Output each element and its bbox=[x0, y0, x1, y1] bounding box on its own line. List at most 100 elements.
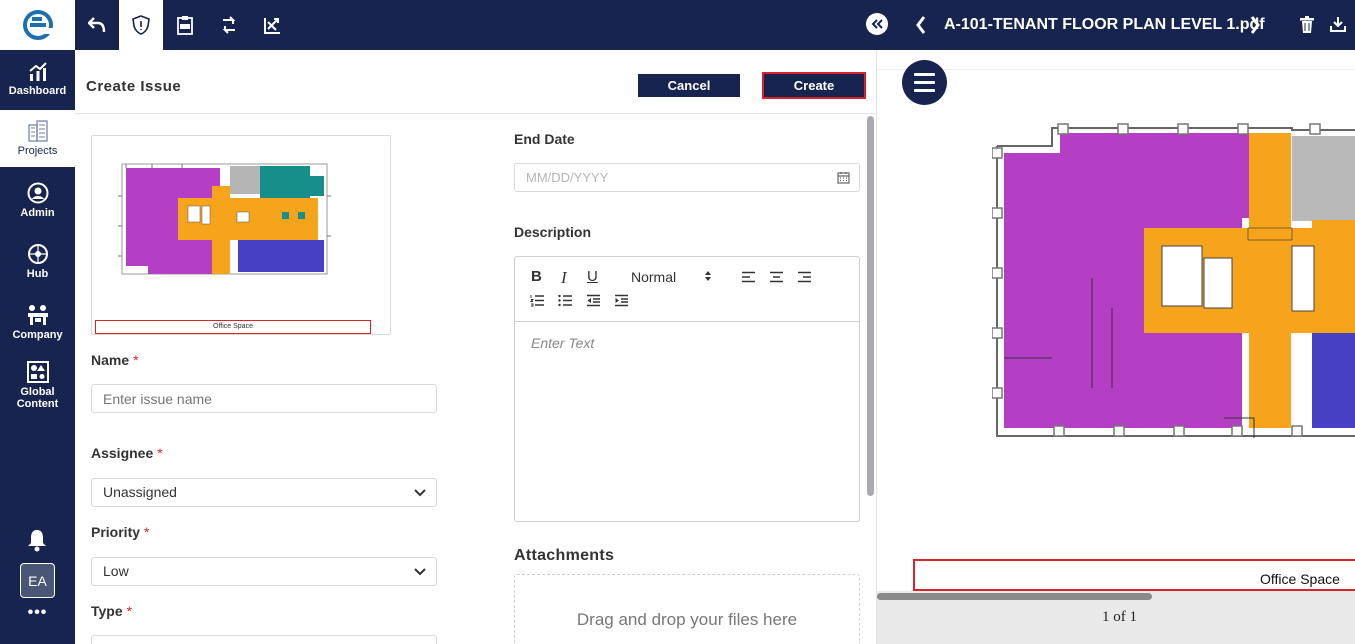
indent-icon[interactable] bbox=[614, 294, 629, 307]
chevron-down-icon bbox=[414, 489, 426, 497]
align-right-icon[interactable] bbox=[797, 271, 812, 283]
brand-e-logo-icon bbox=[22, 10, 54, 40]
collapse-panel-button[interactable] bbox=[866, 13, 888, 35]
chevron-down-icon bbox=[414, 568, 426, 576]
top-bar: A-101-TENANT FLOOR PLAN LEVEL 1.pdf bbox=[75, 0, 1355, 50]
prev-document-icon[interactable] bbox=[915, 15, 927, 35]
sync-tool-button[interactable] bbox=[207, 0, 251, 50]
assignee-label: Assignee * bbox=[91, 445, 163, 461]
ordered-list-icon[interactable] bbox=[530, 294, 545, 307]
underline-icon[interactable]: U bbox=[587, 268, 598, 285]
globe-hub-icon bbox=[27, 243, 48, 264]
nav-dashboard[interactable]: Dashboard bbox=[0, 50, 75, 108]
markup-icon bbox=[264, 18, 280, 34]
nav-label: Global Content bbox=[16, 385, 59, 410]
horizontal-scrollbar[interactable] bbox=[877, 592, 1355, 600]
type-select[interactable] bbox=[91, 635, 437, 644]
hamburger-line bbox=[914, 73, 935, 76]
brand-logo[interactable] bbox=[0, 0, 75, 50]
rfi-icon bbox=[177, 16, 193, 35]
end-date-label: End Date bbox=[514, 131, 575, 147]
rfi-tool-button[interactable] bbox=[163, 0, 207, 50]
nav-global-content[interactable]: Global Content bbox=[0, 354, 75, 416]
avatar[interactable]: EA bbox=[20, 563, 55, 598]
calendar-icon[interactable] bbox=[837, 171, 850, 184]
assignee-value: Unassigned bbox=[103, 484, 177, 500]
plan-thumbnail[interactable]: Office Space bbox=[91, 135, 391, 335]
editor-toolbar: B I U Normal bbox=[515, 257, 859, 322]
priority-label: Priority * bbox=[91, 524, 149, 540]
pdf-viewer: Office Space 1 of 1 bbox=[876, 50, 1355, 644]
office-space-label: Office Space bbox=[1260, 571, 1340, 587]
nav-label: Projects bbox=[17, 145, 58, 157]
issue-tool-button[interactable] bbox=[119, 0, 163, 50]
horizontal-scrollbar-thumb[interactable] bbox=[877, 593, 1152, 600]
required-marker: * bbox=[133, 352, 139, 368]
floor-plan-image[interactable] bbox=[992, 108, 1355, 448]
nav-label: Admin bbox=[20, 206, 55, 219]
nav-label: Dashboard bbox=[8, 84, 67, 97]
nav-label: Hub bbox=[26, 267, 49, 280]
italic-icon[interactable]: I bbox=[561, 268, 567, 288]
create-button[interactable]: Create bbox=[762, 72, 866, 99]
viewer-menu-button[interactable] bbox=[902, 60, 947, 105]
viewer-top-strip bbox=[877, 50, 1355, 70]
nav-hub[interactable]: Hub bbox=[0, 232, 75, 290]
company-icon bbox=[27, 304, 48, 325]
type-label: Type * bbox=[91, 603, 132, 619]
dropzone-text: Drag and drop your files here bbox=[576, 610, 798, 629]
end-date-input[interactable]: MM/DD/YYYY bbox=[514, 163, 860, 192]
left-nav: Dashboard Projects Admin Hub Company Glo… bbox=[0, 0, 75, 644]
priority-select[interactable]: Low bbox=[91, 557, 437, 586]
name-label-text: Name bbox=[91, 352, 130, 368]
next-document-icon[interactable] bbox=[1249, 15, 1261, 35]
align-center-icon[interactable] bbox=[769, 271, 784, 283]
app-root: Dashboard Projects Admin Hub Company Glo… bbox=[0, 0, 1355, 644]
file-dropzone[interactable]: Drag and drop your files here bbox=[514, 574, 860, 644]
page-title: Create Issue bbox=[86, 78, 182, 95]
select-arrows-icon bbox=[705, 271, 711, 281]
more-menu-icon[interactable]: ••• bbox=[0, 604, 75, 622]
office-space-label-box: Office Space bbox=[913, 559, 1355, 591]
description-editor: B I U Normal Enter Text bbox=[514, 256, 860, 522]
download-icon[interactable] bbox=[1330, 16, 1346, 32]
markup-tool-button[interactable] bbox=[251, 0, 295, 50]
nav-projects[interactable]: Projects bbox=[0, 110, 75, 167]
shield-issue-icon bbox=[132, 15, 150, 35]
chevrons-left-icon bbox=[871, 19, 883, 29]
bell-icon[interactable] bbox=[26, 528, 48, 552]
assignee-select[interactable]: Unassigned bbox=[91, 478, 437, 507]
issue-name-input[interactable] bbox=[91, 384, 437, 413]
buildings-icon bbox=[27, 120, 48, 142]
nav-company[interactable]: Company bbox=[0, 293, 75, 351]
shapes-icon bbox=[26, 360, 49, 383]
document-title: A-101-TENANT FLOOR PLAN LEVEL 1.pdf bbox=[944, 16, 1265, 33]
page-indicator: 1 of 1 bbox=[1102, 609, 1137, 625]
hamburger-line bbox=[914, 81, 935, 84]
bullet-list-icon[interactable] bbox=[558, 294, 573, 307]
chart-icon bbox=[28, 61, 47, 81]
outdent-icon[interactable] bbox=[586, 294, 601, 307]
name-label: Name * bbox=[91, 352, 139, 368]
trash-icon[interactable] bbox=[1299, 16, 1315, 34]
nav-admin[interactable]: Admin bbox=[0, 171, 75, 229]
undo-button[interactable] bbox=[75, 0, 119, 50]
priority-label-text: Priority bbox=[91, 524, 141, 540]
required-marker: * bbox=[126, 603, 133, 619]
viewer-footer: 1 of 1 bbox=[877, 591, 1355, 644]
attachments-label: Attachments bbox=[514, 547, 615, 564]
thumbnail-office-label: Office Space bbox=[95, 320, 371, 334]
form-header: Create Issue Cancel Create bbox=[75, 50, 875, 114]
user-circle-icon bbox=[27, 182, 48, 203]
description-label: Description bbox=[514, 224, 592, 240]
undo-icon bbox=[88, 17, 106, 33]
end-date-placeholder: MM/DD/YYYY bbox=[526, 170, 609, 185]
form-scrollbar-thumb[interactable] bbox=[867, 116, 874, 496]
cancel-button[interactable]: Cancel bbox=[638, 74, 740, 97]
bold-icon[interactable]: B bbox=[531, 268, 542, 285]
form-scrollbar[interactable] bbox=[866, 114, 875, 644]
format-value: Normal bbox=[631, 269, 677, 285]
description-placeholder[interactable]: Enter Text bbox=[531, 335, 594, 351]
align-left-icon[interactable] bbox=[741, 271, 756, 283]
format-select[interactable]: Normal bbox=[631, 269, 676, 285]
